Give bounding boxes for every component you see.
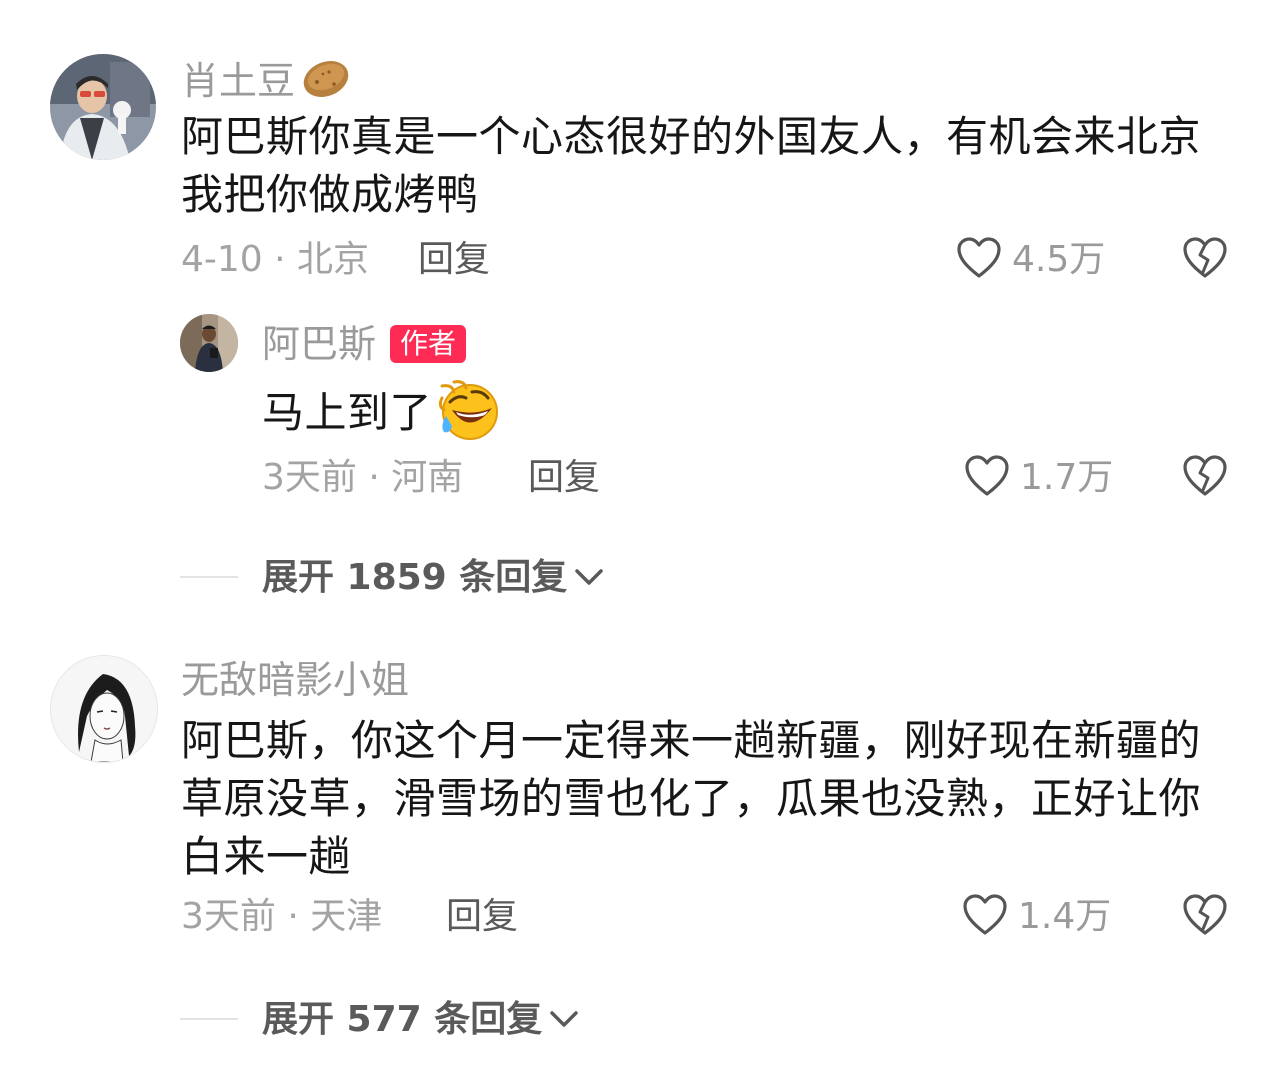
divider — [180, 576, 238, 578]
broken-heart-icon[interactable] — [1182, 454, 1228, 502]
avatar[interactable] — [180, 314, 238, 372]
broken-heart-icon[interactable] — [1182, 893, 1228, 941]
comment-meta: 3天前 · 天津 — [181, 896, 383, 937]
rolling-laughing-emoji — [436, 380, 502, 446]
reply-button[interactable]: 回复 — [446, 899, 518, 935]
like-count: 1.4万 — [1018, 896, 1112, 937]
like-count: 1.7万 — [1020, 457, 1114, 498]
divider — [180, 1018, 238, 1020]
expand-replies-label: 展开 577 条回复 — [262, 999, 543, 1040]
chevron-down-icon — [573, 560, 605, 596]
avatar[interactable] — [50, 54, 156, 160]
chevron-down-icon — [548, 1002, 580, 1038]
expand-replies-button[interactable]: 展开 1859 条回复 — [262, 560, 605, 596]
reply-button[interactable]: 回复 — [528, 460, 600, 496]
reply-button[interactable]: 回复 — [418, 242, 490, 278]
reply-text: 马上到了 — [262, 388, 433, 437]
comment-username[interactable]: 无敌暗影小姐 — [181, 661, 409, 699]
author-badge: 作者 — [390, 325, 467, 363]
comment-username[interactable]: 肖土豆 — [181, 62, 295, 100]
reply-meta: 3天前 · 河南 — [262, 457, 464, 498]
avatar[interactable] — [50, 655, 158, 763]
comment-text: 阿巴斯你真是一个心态很好的外国友人，有机会来北京我把你做成烤鸭 — [181, 112, 1202, 219]
heart-icon[interactable] — [964, 454, 1010, 502]
heart-icon[interactable] — [962, 893, 1008, 941]
potato-icon — [301, 58, 351, 104]
heart-icon[interactable] — [956, 236, 1002, 284]
broken-heart-icon[interactable] — [1182, 236, 1228, 284]
comment-text: 阿巴斯，你这个月一定得来一趟新疆，刚好现在新疆的草原没草，滑雪场的雪也化了，瓜果… — [181, 716, 1202, 881]
like-count: 4.5万 — [1012, 239, 1106, 280]
expand-replies-button[interactable]: 展开 577 条回复 — [262, 1002, 580, 1038]
expand-replies-label: 展开 1859 条回复 — [262, 557, 568, 598]
comment-meta: 4-10 · 北京 — [181, 239, 370, 280]
reply-username[interactable]: 阿巴斯 — [262, 325, 376, 363]
